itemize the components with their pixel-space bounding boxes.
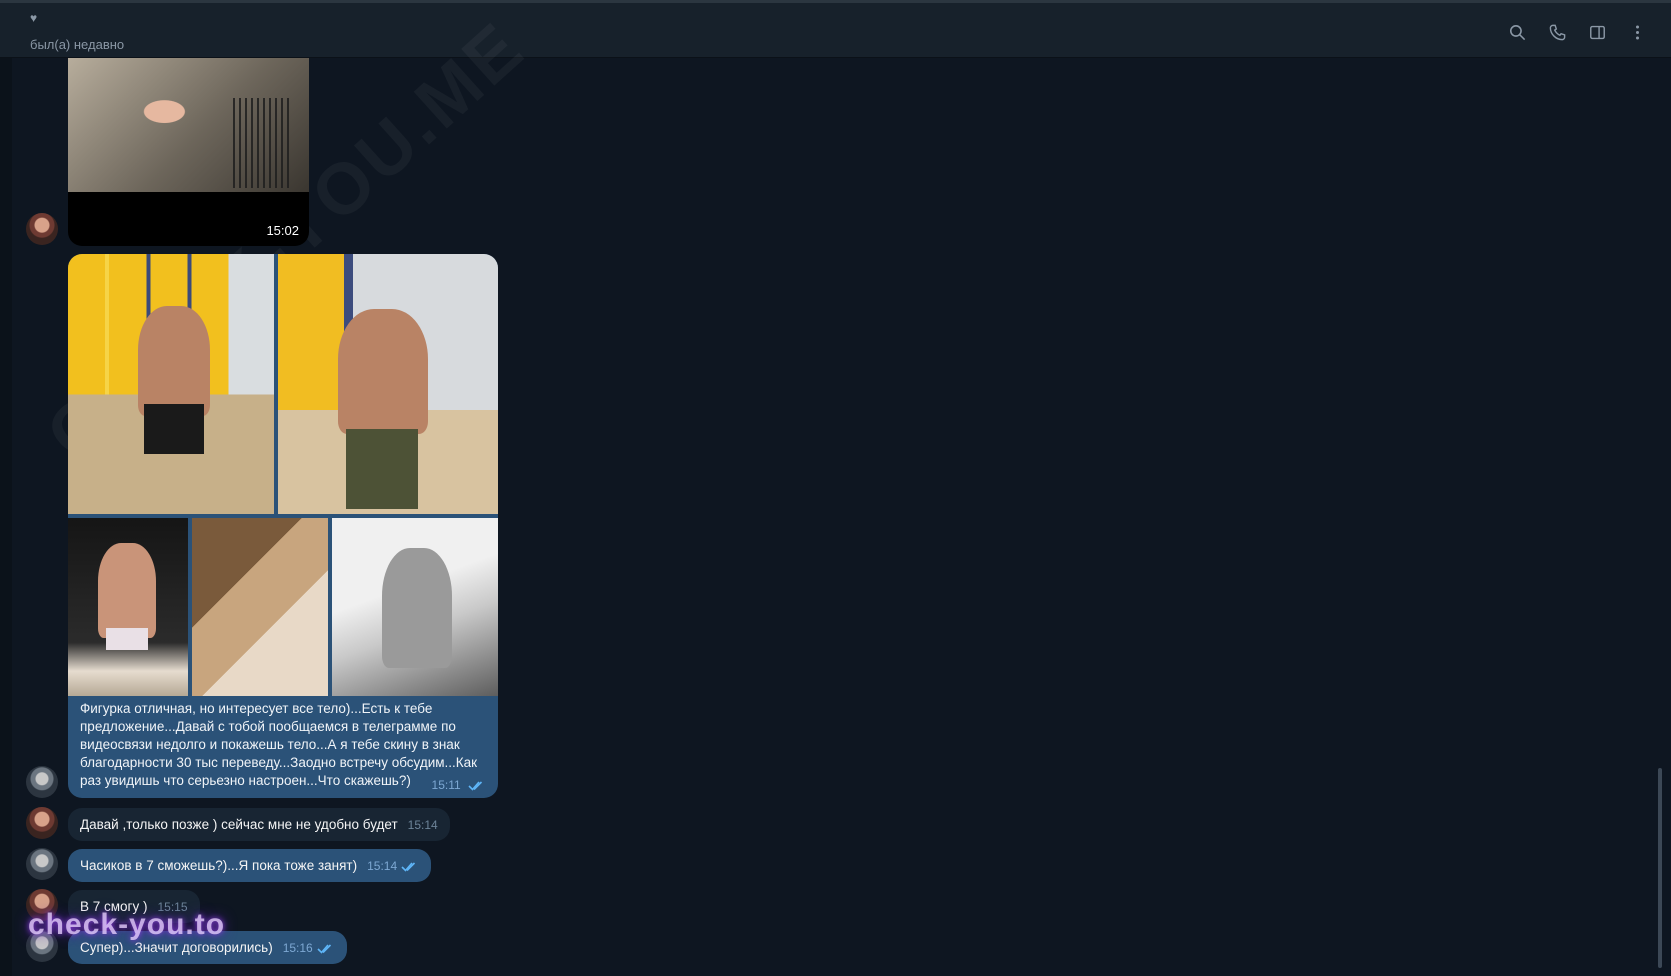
album-photo-2[interactable] [278, 254, 498, 514]
message-time: 15:11 [431, 778, 461, 792]
outgoing-message[interactable]: Часиков в 7 сможешь?)...Я пока тоже заня… [68, 849, 432, 882]
avatar[interactable] [26, 213, 58, 245]
message-time: 15:14 [407, 818, 438, 832]
avatar[interactable] [26, 848, 58, 880]
phone-icon[interactable] [1537, 18, 1577, 46]
avatar[interactable] [26, 807, 58, 839]
double-check-icon [401, 862, 416, 872]
scrollbar[interactable] [1658, 58, 1663, 976]
outgoing-album-message[interactable]: Фигурка отличная, но интересует все тело… [68, 254, 498, 798]
bottom-watermark: check-you.to [28, 908, 226, 941]
avatar[interactable] [26, 766, 58, 798]
heart-icon: ♥ [30, 11, 38, 25]
double-check-icon [468, 781, 483, 791]
chat-list-edge [0, 58, 12, 976]
message-time: 15:16 [282, 941, 313, 955]
more-vertical-icon[interactable] [1617, 18, 1657, 46]
album-photo-4[interactable] [192, 518, 328, 696]
header-toolbar [1497, 18, 1657, 46]
chat-header: ♥ был(а) недавно [0, 0, 1671, 58]
message-time: 15:02 [266, 223, 299, 238]
incoming-message[interactable]: Давай ,только позже ) сейчас мне не удоб… [68, 808, 450, 841]
scrollbar-thumb[interactable] [1658, 768, 1662, 968]
message-text: Часиков в 7 сможешь?)...Я пока тоже заня… [80, 858, 358, 873]
double-check-icon [317, 944, 331, 954]
album-photo-1[interactable] [68, 254, 274, 514]
message-text: Супер)...Значит договорились) [80, 940, 273, 955]
album-photo-5[interactable] [332, 518, 498, 696]
incoming-media-message[interactable]: 15:02 [68, 58, 309, 246]
search-icon[interactable] [1497, 18, 1537, 46]
message-time: 15:14 [367, 859, 398, 873]
album-caption: Фигурка отличная, но интересует все тело… [80, 701, 478, 788]
sidebar-icon[interactable] [1577, 18, 1617, 46]
album-photo-3[interactable] [68, 518, 188, 696]
user-status: был(а) недавно [30, 37, 125, 52]
message-meta: 15:11 [432, 778, 486, 792]
message-text: Давай ,только позже ) сейчас мне не удоб… [80, 817, 398, 832]
media-photo[interactable] [68, 58, 309, 192]
